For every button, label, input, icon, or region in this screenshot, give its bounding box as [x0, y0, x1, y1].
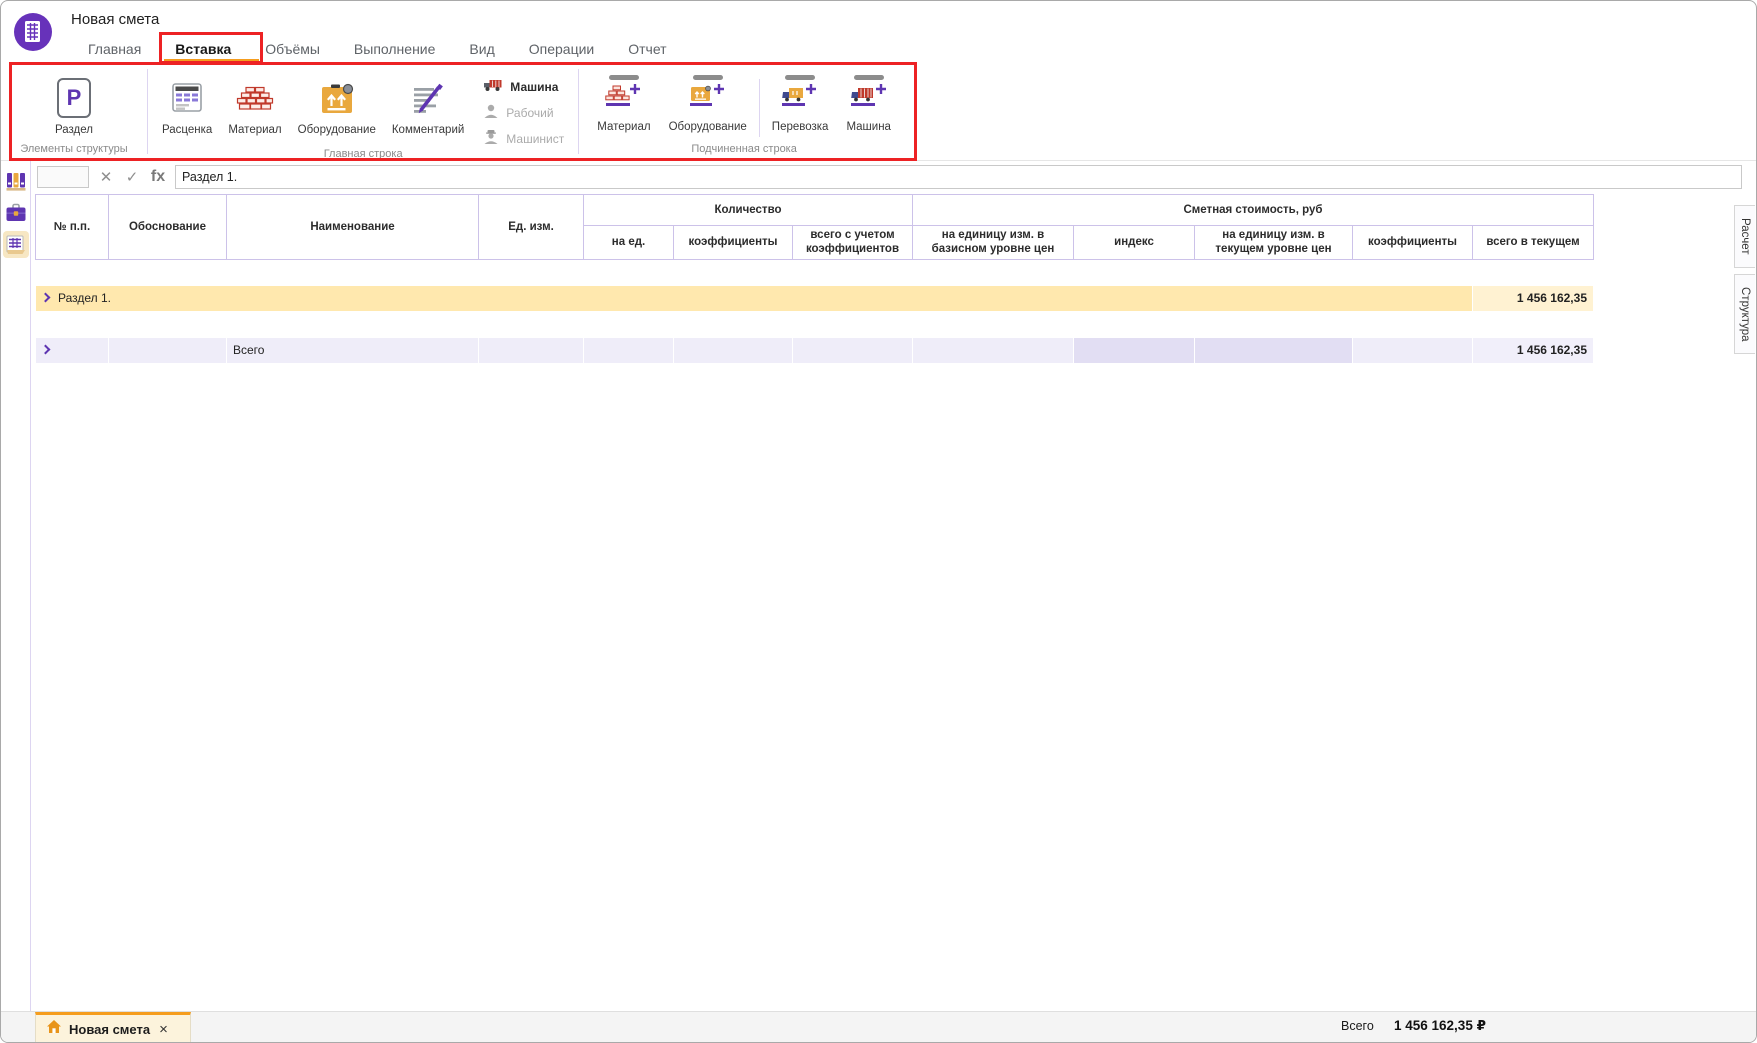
tab-glavnaya[interactable]: Главная	[86, 41, 143, 57]
group-label-structure: Элементы структуры	[1, 143, 147, 160]
parent-row-bar	[693, 75, 723, 80]
group-divider	[759, 79, 760, 137]
estimate-table: № п.п. Обоснование Наименование Ед. изм.…	[35, 194, 1594, 364]
crate-plus-icon	[689, 83, 727, 118]
group-label-main-row: Главная строка	[148, 148, 578, 165]
parent-row-bar	[854, 75, 884, 80]
fx-icon[interactable]: fx	[149, 168, 167, 186]
expand-chevron-icon[interactable]	[41, 345, 51, 355]
col-header-cost-current: на единицу изм. в текущем уровне цен	[1195, 226, 1353, 260]
small-button-stack: Машина Рабочий	[476, 73, 570, 148]
col-group-cost: Сметная стоимость, руб	[913, 195, 1594, 226]
col-header-cost-base: на единицу изм. в базисном уровне цен	[913, 226, 1074, 260]
tab-operacii[interactable]: Операции	[527, 41, 597, 57]
material-button[interactable]: Материал	[224, 73, 285, 138]
window-title: Новая смета	[71, 11, 159, 28]
active-tab-indicator	[164, 59, 259, 63]
rabochij-small-button: Рабочий	[482, 103, 564, 122]
col-header-qty-total: всего с учетом коэффициентов	[793, 226, 913, 260]
house-icon	[46, 1019, 62, 1039]
formula-bar: ✕ ✓ fx	[37, 164, 1742, 190]
status-total-value: 1 456 162,35 ₽	[1394, 1018, 1486, 1034]
document-tab-label: Новая смета	[69, 1022, 150, 1037]
confirm-icon[interactable]: ✓	[123, 168, 141, 186]
perevozka-button[interactable]: Перевозка	[766, 73, 835, 133]
tab-vypolnenie[interactable]: Выполнение	[352, 41, 437, 57]
total-sum-cell: 1 456 162,35	[1473, 337, 1594, 363]
bricks-icon	[235, 75, 275, 121]
group-label-sub-row: Подчиненная строка	[579, 143, 909, 160]
side-tab-struktura[interactable]: Структура	[1734, 274, 1755, 355]
status-bar: Новая смета × Всего 1 456 162,35 ₽	[1, 1011, 1756, 1042]
oborudovanie-button[interactable]: Оборудование	[294, 73, 380, 138]
section-p-icon: Р	[57, 78, 91, 118]
cancel-icon[interactable]: ✕	[97, 168, 115, 186]
briefcase-icon[interactable]	[3, 199, 29, 226]
parent-row-bar	[609, 75, 639, 80]
sub-material-button[interactable]: Материал	[591, 73, 656, 133]
binders-icon[interactable]	[3, 167, 29, 194]
document-tab[interactable]: Новая смета ×	[35, 1012, 191, 1043]
razdel-button[interactable]: Р Раздел	[51, 73, 97, 138]
side-tab-raschet[interactable]: Расчет	[1734, 205, 1755, 268]
tab-obyomy[interactable]: Объёмы	[263, 41, 322, 57]
col-header-name: Наименование	[227, 195, 479, 260]
rascenka-button[interactable]: Расценка	[158, 73, 216, 138]
crate-icon	[317, 75, 357, 121]
worker-icon	[482, 103, 500, 122]
col-header-npp: № п.п.	[36, 195, 109, 260]
ribbon-group-sub-row: Материал	[579, 63, 909, 160]
formula-input[interactable]	[175, 165, 1742, 189]
truck-red-icon	[482, 77, 504, 96]
ribbon-group-main-row: Расценка Материал	[148, 63, 578, 160]
app-window: Новая смета Главная Вставка Объёмы Выпол…	[0, 0, 1757, 1043]
section-cell: Раздел 1.	[36, 285, 1473, 311]
tab-vid[interactable]: Вид	[467, 41, 496, 57]
col-header-cost-total: всего в текущем	[1473, 226, 1594, 260]
sub-oborudovanie-button[interactable]: Оборудование	[663, 73, 753, 133]
app-logo-icon	[13, 12, 53, 52]
table-row-total[interactable]: Всего 1 456 162,35	[36, 337, 1594, 363]
table-row-section[interactable]: Раздел 1. 1 456 162,35	[36, 285, 1594, 311]
sub-mashina-button[interactable]: Машина	[840, 73, 897, 133]
mashina-small-button[interactable]: Машина	[482, 77, 564, 96]
col-header-unit: Ед. изм.	[479, 195, 584, 260]
left-sidebar	[1, 161, 31, 1011]
truck-red-plus-icon	[850, 83, 888, 118]
col-header-cost-index: индекс	[1074, 226, 1195, 260]
tab-otchet[interactable]: Отчет	[626, 41, 668, 57]
bricks-plus-icon	[605, 83, 643, 118]
kommentarij-button[interactable]: Комментарий	[388, 73, 468, 138]
total-name-cell: Всего	[227, 337, 479, 363]
parent-row-bar	[785, 75, 815, 80]
ribbon: Р Раздел Элементы структуры	[1, 63, 1756, 161]
close-tab-icon[interactable]: ×	[159, 1021, 168, 1038]
mashinist-small-button: Машинист	[482, 129, 564, 148]
ribbon-group-structure: Р Раздел Элементы структуры	[1, 63, 147, 160]
cell-reference-input[interactable]	[37, 166, 89, 188]
col-header-cost-coefficients: коэффициенты	[1353, 226, 1473, 260]
side-panel-tabs: Расчет Структура	[1734, 205, 1755, 354]
col-group-quantity: Количество	[584, 195, 913, 226]
comment-pencil-icon	[408, 75, 448, 121]
section-total-cell: 1 456 162,35	[1473, 285, 1594, 311]
col-header-justification: Обоснование	[109, 195, 227, 260]
col-header-qty-coefficients: коэффициенты	[674, 226, 793, 260]
total-npp-cell	[36, 337, 109, 363]
operator-icon	[482, 129, 500, 148]
truck-crate-plus-icon	[781, 83, 819, 118]
estimate-document-icon[interactable]	[3, 231, 29, 258]
status-total-label: Всего	[1341, 1019, 1374, 1033]
expand-chevron-icon[interactable]	[41, 293, 51, 303]
tab-vstavka[interactable]: Вставка	[173, 41, 233, 57]
estimate-sheet-icon	[167, 75, 207, 121]
col-header-qty-per-unit: на ед.	[584, 226, 674, 260]
